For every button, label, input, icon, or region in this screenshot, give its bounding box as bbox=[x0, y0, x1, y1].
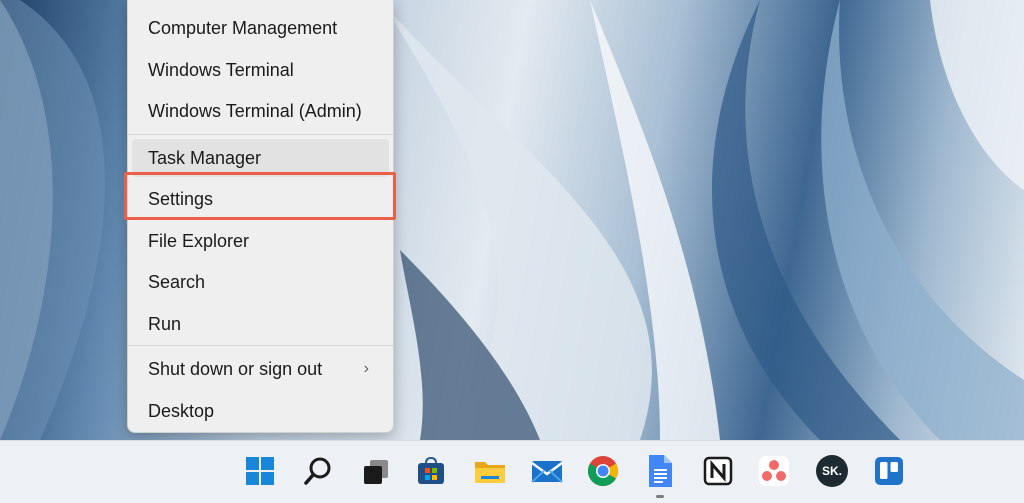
search-icon[interactable] bbox=[300, 453, 336, 489]
menu-item-search[interactable]: Search bbox=[132, 263, 389, 301]
menu-item-label: Computer Management bbox=[148, 17, 338, 38]
menu-item-windows-terminal-admin[interactable]: Windows Terminal (Admin) bbox=[132, 92, 389, 130]
menu-item-label: Windows Terminal bbox=[148, 59, 294, 80]
menu-item-file-explorer[interactable]: File Explorer bbox=[132, 222, 389, 260]
menu-item-shut-down-or-sign-out[interactable]: Shut down or sign out › bbox=[132, 350, 389, 388]
menu-item-label: File Explorer bbox=[148, 230, 250, 251]
chrome-icon[interactable] bbox=[585, 453, 621, 489]
menu-item-label: Windows Terminal (Admin) bbox=[148, 100, 362, 121]
menu-item-label: Run bbox=[148, 313, 182, 334]
settings-highlight-box bbox=[124, 172, 396, 220]
taskbar: SK. bbox=[0, 440, 1024, 503]
menu-item-label: Search bbox=[148, 271, 206, 292]
windows-start-icon[interactable] bbox=[242, 453, 278, 489]
chevron-right-icon: › bbox=[363, 360, 369, 377]
menu-item-label: Desktop bbox=[148, 400, 215, 421]
mail-icon[interactable] bbox=[529, 453, 565, 489]
menu-item-computer-management[interactable]: Computer Management bbox=[132, 9, 389, 47]
sk-app-icon[interactable]: SK. bbox=[814, 453, 850, 489]
menu-item-windows-terminal[interactable]: Windows Terminal bbox=[132, 51, 389, 89]
sk-app-label: SK. bbox=[821, 464, 842, 478]
menu-item-desktop[interactable]: Desktop bbox=[132, 392, 389, 430]
trello-icon[interactable] bbox=[871, 453, 907, 489]
menu-item-run[interactable]: Run bbox=[132, 305, 389, 343]
file-explorer-icon[interactable] bbox=[472, 453, 508, 489]
menu-separator bbox=[128, 345, 393, 346]
task-view-icon[interactable] bbox=[358, 453, 394, 489]
menu-item-label: Task Manager bbox=[148, 147, 262, 168]
running-indicator bbox=[656, 495, 664, 498]
google-docs-icon[interactable] bbox=[642, 453, 678, 489]
menu-separator bbox=[128, 134, 393, 135]
asana-icon[interactable] bbox=[756, 453, 792, 489]
microsoft-store-icon[interactable] bbox=[413, 453, 449, 489]
menu-item-label: Shut down or sign out bbox=[148, 358, 323, 379]
notion-icon[interactable] bbox=[700, 453, 736, 489]
